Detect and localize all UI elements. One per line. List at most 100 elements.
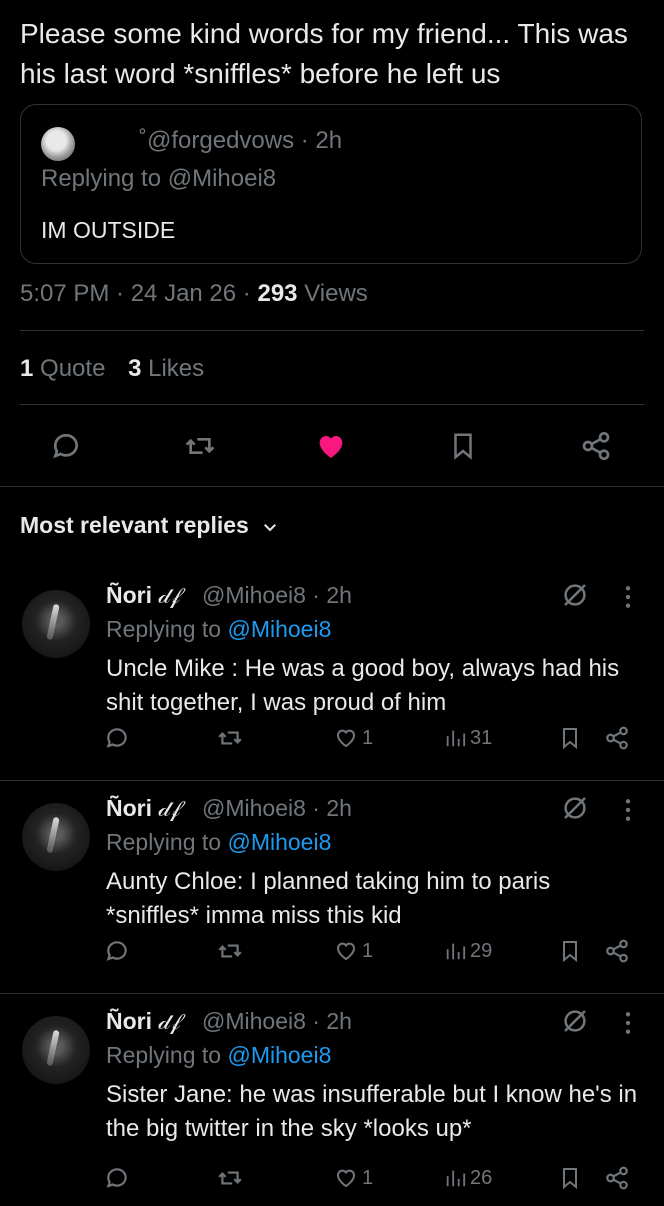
views-button[interactable]: 31 [444, 718, 492, 758]
heart-filled-icon [319, 436, 343, 458]
share-icon [606, 939, 628, 963]
view-count: 26 [470, 1166, 493, 1189]
share-button[interactable] [604, 1158, 630, 1198]
views-count: 293 [257, 280, 298, 307]
retweet-icon [218, 1171, 242, 1185]
reply-handle: @Mihoei8 · 2h [202, 582, 352, 608]
retweet-icon [185, 438, 215, 454]
more-options-icon[interactable] [618, 797, 638, 823]
retweet-button[interactable] [180, 426, 220, 466]
more-options-icon[interactable] [618, 584, 638, 610]
bookmark-button[interactable] [558, 931, 582, 971]
reply-actions: 1 31 [0, 718, 664, 758]
retweet-icon [218, 944, 242, 958]
bookmark-icon [454, 433, 472, 460]
heart-icon [336, 942, 356, 961]
retweet-button[interactable] [216, 1158, 244, 1198]
reply-icon [106, 1168, 127, 1188]
replies-section-title: Most relevant replies [20, 512, 249, 538]
retweet-button[interactable] [216, 718, 244, 758]
bookmark-button[interactable] [558, 718, 582, 758]
quoted-avatar [41, 127, 75, 161]
tweet-text: Please some kind words for my friend... … [20, 18, 628, 89]
avatar[interactable] [22, 590, 90, 658]
replies-sort-dropdown[interactable]: Most relevant replies [20, 512, 279, 539]
like-button[interactable]: 1 [334, 1158, 373, 1198]
grok-icon[interactable] [560, 793, 590, 823]
like-count: 1 [362, 1166, 374, 1189]
grok-icon[interactable] [560, 1006, 590, 1036]
reply-replying-to: Replying to @Mihoei8 [106, 616, 332, 642]
heart-icon [336, 729, 356, 748]
reply-button[interactable] [104, 1158, 130, 1198]
views-label[interactable]: Views [304, 280, 368, 307]
quoted-tweet-card[interactable]: ˚@forgedvows · 2h Replying to @Mihoei8 I… [20, 104, 642, 264]
quoted-handle: ˚@forgedvows · 2h [139, 127, 343, 154]
avatar[interactable] [22, 803, 90, 871]
share-icon [582, 432, 610, 460]
reply-handle: @Mihoei8 · 2h [202, 795, 352, 821]
reply-actions: 1 26 [0, 1158, 664, 1198]
tweet-time: 5:07 PM · 24 Jan 26 · [20, 280, 251, 307]
share-button[interactable] [604, 718, 630, 758]
reply-icon [106, 728, 127, 748]
reply-icon [106, 941, 127, 961]
views-button[interactable]: 26 [444, 1158, 492, 1198]
bookmark-icon [563, 728, 577, 750]
mention-link[interactable]: @Mihoei8 [227, 616, 331, 642]
mention-link[interactable]: @Mihoei8 [227, 829, 331, 855]
share-button[interactable] [604, 931, 630, 971]
like-button[interactable]: 1 [334, 718, 373, 758]
divider [20, 404, 644, 405]
quoted-replying-to: Replying to @Mihoei8 [41, 165, 277, 192]
reply-icon [53, 434, 78, 459]
reply-tweet[interactable]: Ñori 𝒹𝒻 @Mihoei8 · 2h Replying to @Mihoe… [0, 994, 664, 1206]
bookmark-button[interactable] [443, 426, 483, 466]
views-button[interactable]: 29 [444, 931, 492, 971]
views-icon [446, 943, 466, 960]
heart-icon [336, 1169, 356, 1188]
bookmark-button[interactable] [558, 1158, 582, 1198]
like-button[interactable]: 1 [334, 931, 373, 971]
reply-tweet[interactable]: Ñori 𝒹𝒻 @Mihoei8 · 2h Replying to @Mihoe… [0, 781, 664, 993]
reply-button[interactable] [104, 931, 130, 971]
reply-handle: @Mihoei8 · 2h [202, 1008, 352, 1034]
bookmark-icon [563, 941, 577, 963]
likes-stat[interactable]: 3 Likes [128, 355, 204, 382]
bookmark-icon [563, 1168, 577, 1190]
divider [20, 330, 644, 331]
retweet-button[interactable] [216, 931, 244, 971]
reply-display-name[interactable]: Ñori 𝒹𝒻 [106, 1008, 180, 1035]
retweet-icon [218, 731, 242, 745]
view-count: 29 [470, 939, 493, 962]
avatar[interactable] [22, 1016, 90, 1084]
views-icon [446, 1170, 466, 1187]
reply-tweet[interactable]: Ñori 𝒹𝒻 @Mihoei8 · 2h Replying to @Mihoe… [0, 568, 664, 780]
quotes-stat[interactable]: 1 Quote [20, 355, 105, 382]
mention-link[interactable]: @Mihoei8 [227, 1042, 331, 1068]
share-button[interactable] [576, 426, 616, 466]
share-icon [606, 1166, 628, 1190]
reply-text: Uncle Mike : He was a good boy, always h… [106, 655, 620, 716]
reply-text: Aunty Chloe: I planned taking him to par… [106, 868, 551, 929]
view-count: 31 [470, 726, 493, 749]
reply-display-name[interactable]: Ñori 𝒹𝒻 [106, 582, 180, 609]
reply-button[interactable] [104, 718, 130, 758]
reply-replying-to: Replying to @Mihoei8 [106, 829, 332, 855]
reply-replying-to: Replying to @Mihoei8 [106, 1042, 332, 1068]
reply-button[interactable] [46, 426, 86, 466]
tweet-stats: 1 Quote 3 Likes [20, 355, 204, 383]
reply-display-name[interactable]: Ñori 𝒹𝒻 [106, 795, 180, 822]
grok-icon[interactable] [560, 580, 590, 610]
share-icon [606, 726, 628, 750]
quoted-text: IM OUTSIDE [41, 217, 176, 243]
views-icon [446, 730, 466, 747]
like-count: 1 [362, 726, 374, 749]
chevron-down-icon [264, 523, 277, 532]
like-count: 1 [362, 939, 374, 962]
reply-text: Sister Jane: he was insufferable but I k… [106, 1081, 638, 1142]
tweet-meta: 5:07 PM · 24 Jan 26 · 293 Views [20, 280, 368, 308]
like-button[interactable] [311, 426, 351, 466]
more-options-icon[interactable] [618, 1010, 638, 1036]
divider [0, 486, 664, 487]
